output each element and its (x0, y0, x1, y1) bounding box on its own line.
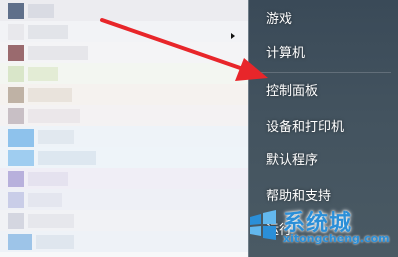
menu-separator (257, 72, 391, 73)
program-name (28, 193, 62, 207)
program-item[interactable] (0, 105, 248, 126)
program-item[interactable] (0, 231, 248, 252)
program-icon (8, 234, 32, 250)
menu-item-control-panel[interactable]: 控制面板 (249, 79, 398, 105)
program-item[interactable] (0, 84, 248, 105)
menu-item-computer[interactable]: 计算机 (249, 41, 398, 67)
menu-item-games[interactable]: 游戏 (249, 7, 398, 33)
program-name (28, 46, 88, 60)
program-item[interactable] (0, 210, 248, 231)
program-name (36, 235, 74, 249)
program-icon (8, 192, 24, 208)
program-item[interactable] (0, 21, 248, 42)
program-icon (8, 171, 24, 187)
program-item[interactable] (0, 168, 248, 189)
program-name (28, 172, 68, 186)
program-name (28, 67, 58, 81)
program-icon (8, 24, 24, 40)
program-item[interactable] (0, 147, 248, 168)
program-icon (8, 108, 24, 124)
program-item[interactable] (0, 0, 248, 21)
program-item[interactable] (0, 189, 248, 210)
program-icon (8, 87, 24, 103)
program-icon (8, 3, 24, 19)
program-name (38, 151, 96, 165)
submenu-arrow-icon[interactable] (231, 33, 235, 39)
program-icon (8, 150, 34, 166)
program-item[interactable] (0, 63, 248, 84)
program-icon (8, 213, 24, 229)
program-icon (8, 45, 24, 61)
menu-item-default-programs[interactable]: 默认程序 (249, 148, 398, 174)
program-name (28, 109, 80, 123)
program-name (28, 4, 54, 18)
program-item[interactable] (0, 42, 248, 63)
windows-logo-icon (250, 210, 276, 240)
program-name (28, 25, 68, 39)
program-icon (8, 66, 24, 82)
program-name (38, 130, 74, 144)
program-list (0, 0, 248, 257)
watermark-url: xitongcheng.com (283, 232, 390, 245)
program-name (28, 214, 74, 228)
program-item[interactable] (0, 126, 248, 147)
menu-item-devices-and-printers[interactable]: 设备和打印机 (249, 115, 398, 141)
program-name (28, 88, 72, 102)
program-icon (8, 129, 34, 147)
